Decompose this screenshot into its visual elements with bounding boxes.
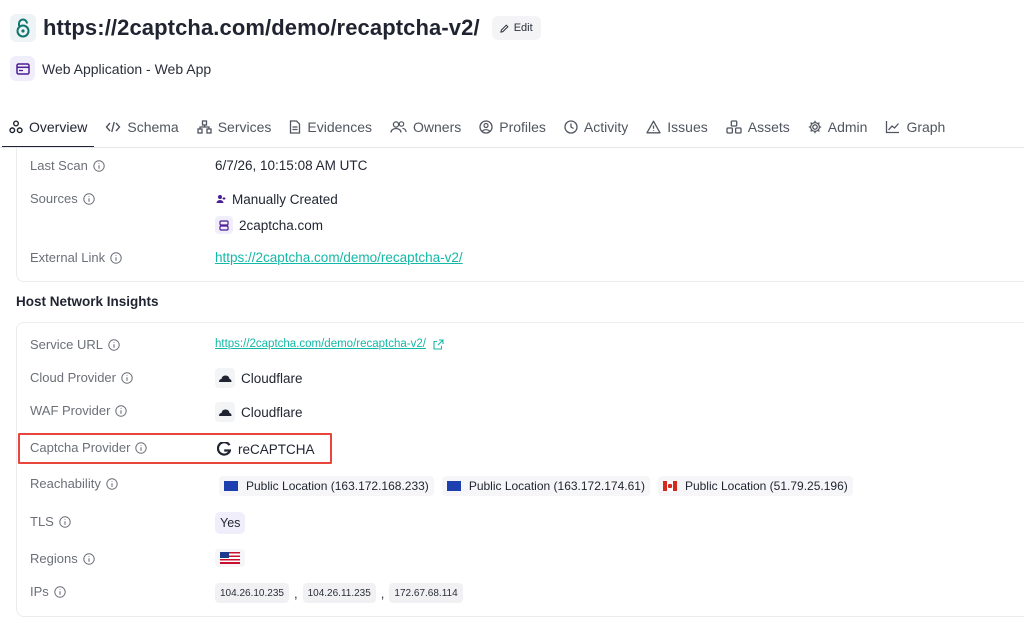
tab-owners-label: Owners xyxy=(413,119,462,135)
asset-type-label: Web Application - Web App xyxy=(42,60,212,77)
ip-badge: 104.26.11.235 xyxy=(302,583,376,603)
waf-provider-label: WAF Provider xyxy=(30,403,128,418)
tab-admin[interactable]: Admin xyxy=(799,112,877,142)
tab-schema[interactable]: Schema xyxy=(96,112,187,142)
tab-evidences[interactable]: Evidences xyxy=(280,112,381,142)
tab-bar: Overview Schema Services Evidences Owner… xyxy=(0,112,1024,148)
regions-value xyxy=(215,549,245,567)
asset-type: Web Application - Web App xyxy=(10,56,211,81)
last-scan-value: 6/7/26, 10:15:08 AM UTC xyxy=(215,158,368,173)
tab-owners[interactable]: Owners xyxy=(381,112,470,142)
tab-assets-label: Assets xyxy=(747,119,790,135)
services-icon xyxy=(197,120,212,134)
assets-icon xyxy=(726,120,742,134)
us-flag-icon xyxy=(220,552,240,564)
tab-schema-label: Schema xyxy=(127,119,179,135)
regions-label: Regions xyxy=(30,551,95,566)
tls-value: Yes xyxy=(215,512,246,534)
tab-admin-label: Admin xyxy=(827,119,868,135)
tab-evidences-label: Evidences xyxy=(307,119,372,135)
tab-assets[interactable]: Assets xyxy=(717,112,799,142)
edit-button[interactable]: Edit xyxy=(491,16,541,40)
host-network-insights-card xyxy=(16,322,1024,617)
service-url-value: https://2captcha.com/demo/recaptcha-v2/ xyxy=(215,338,444,350)
tab-activity[interactable]: Activity xyxy=(555,112,637,142)
page-header: https://2captcha.com/demo/recaptcha-v2/ … xyxy=(10,14,541,42)
info-icon[interactable] xyxy=(54,585,66,598)
server-icon xyxy=(215,216,233,234)
eu-flag-icon xyxy=(224,481,238,491)
cloudflare-icon xyxy=(215,368,235,388)
tab-activity-label: Activity xyxy=(583,119,629,135)
pencil-icon xyxy=(499,23,509,33)
reachability-label: Reachability xyxy=(30,476,118,491)
tls-badge: Yes xyxy=(215,512,246,534)
overview-icon xyxy=(9,120,23,134)
captcha-provider-highlight xyxy=(18,433,332,464)
code-icon xyxy=(105,121,121,133)
gear-icon xyxy=(808,120,821,134)
service-url-label: Service URL xyxy=(30,337,120,352)
tab-profiles-label: Profiles xyxy=(499,119,546,135)
info-icon[interactable] xyxy=(59,515,71,528)
graph-icon xyxy=(886,121,900,134)
reachability-location: Public Location (51.79.25.196) xyxy=(657,476,853,496)
tab-graph-label: Graph xyxy=(906,119,946,135)
info-icon[interactable] xyxy=(108,338,120,351)
ip-separator: , xyxy=(380,585,385,601)
info-icon[interactable] xyxy=(83,552,95,565)
tab-issues-label: Issues xyxy=(667,119,708,135)
cloud-provider-value: Cloudflare xyxy=(215,368,303,388)
reachability-location: Public Location (163.172.168.233) xyxy=(219,476,434,496)
users-icon xyxy=(390,121,407,133)
ips-list: 104.26.10.235 , 104.26.11.235 , 172.67.6… xyxy=(215,583,463,603)
info-icon[interactable] xyxy=(93,159,105,172)
info-icon[interactable] xyxy=(110,251,122,264)
info-icon[interactable] xyxy=(106,477,118,490)
waf-provider-value: Cloudflare xyxy=(215,402,303,422)
sources-label: Sources xyxy=(30,191,95,206)
tab-overview-label: Overview xyxy=(29,119,88,135)
lock-icon xyxy=(10,14,36,42)
tab-graph[interactable]: Graph xyxy=(876,112,954,142)
external-link-value: https://2captcha.com/demo/recaptcha-v2/ xyxy=(215,250,463,265)
info-icon[interactable] xyxy=(121,371,133,384)
section-title-host-network-insights: Host Network Insights xyxy=(16,294,159,309)
tab-issues[interactable]: Issues xyxy=(637,112,716,142)
overview-details-card xyxy=(16,148,1024,282)
document-icon xyxy=(290,120,301,134)
ip-separator: , xyxy=(293,585,298,601)
info-icon[interactable] xyxy=(115,404,128,417)
warning-icon xyxy=(646,120,661,134)
reachability-list: Public Location (163.172.168.233) Public… xyxy=(219,476,861,496)
tab-overview[interactable]: Overview xyxy=(0,112,96,148)
eu-flag-icon xyxy=(446,481,461,491)
canada-flag-icon xyxy=(662,481,677,491)
external-link-label: External Link xyxy=(30,250,122,265)
page-title: https://2captcha.com/demo/recaptcha-v2/ xyxy=(43,15,480,40)
tls-label: TLS xyxy=(30,514,71,529)
profile-icon xyxy=(479,120,493,134)
user-add-icon xyxy=(215,190,227,208)
external-link-icon[interactable] xyxy=(433,338,444,350)
clock-icon xyxy=(564,120,578,134)
cloud-provider-label: Cloud Provider xyxy=(30,370,133,385)
info-icon[interactable] xyxy=(83,192,95,205)
ip-badge: 104.26.10.235 xyxy=(215,583,289,603)
region-badge xyxy=(215,549,245,567)
service-url-link[interactable]: https://2captcha.com/demo/recaptcha-v2/ xyxy=(215,338,426,350)
last-scan-label: Last Scan xyxy=(30,158,105,173)
source-domain: 2captcha.com xyxy=(215,216,323,234)
cloudflare-icon xyxy=(215,402,235,422)
edit-button-label: Edit xyxy=(513,22,533,34)
source-manual: Manually Created xyxy=(215,190,338,208)
tab-services[interactable]: Services xyxy=(188,112,281,142)
web-app-icon xyxy=(10,56,35,81)
reachability-location: Public Location (163.172.174.61) xyxy=(441,476,650,496)
ip-badge: 172.67.68.114 xyxy=(389,583,463,603)
external-link[interactable]: https://2captcha.com/demo/recaptcha-v2/ xyxy=(215,250,463,265)
tab-services-label: Services xyxy=(217,119,272,135)
ips-label: IPs xyxy=(30,584,66,599)
tab-profiles[interactable]: Profiles xyxy=(470,112,555,142)
